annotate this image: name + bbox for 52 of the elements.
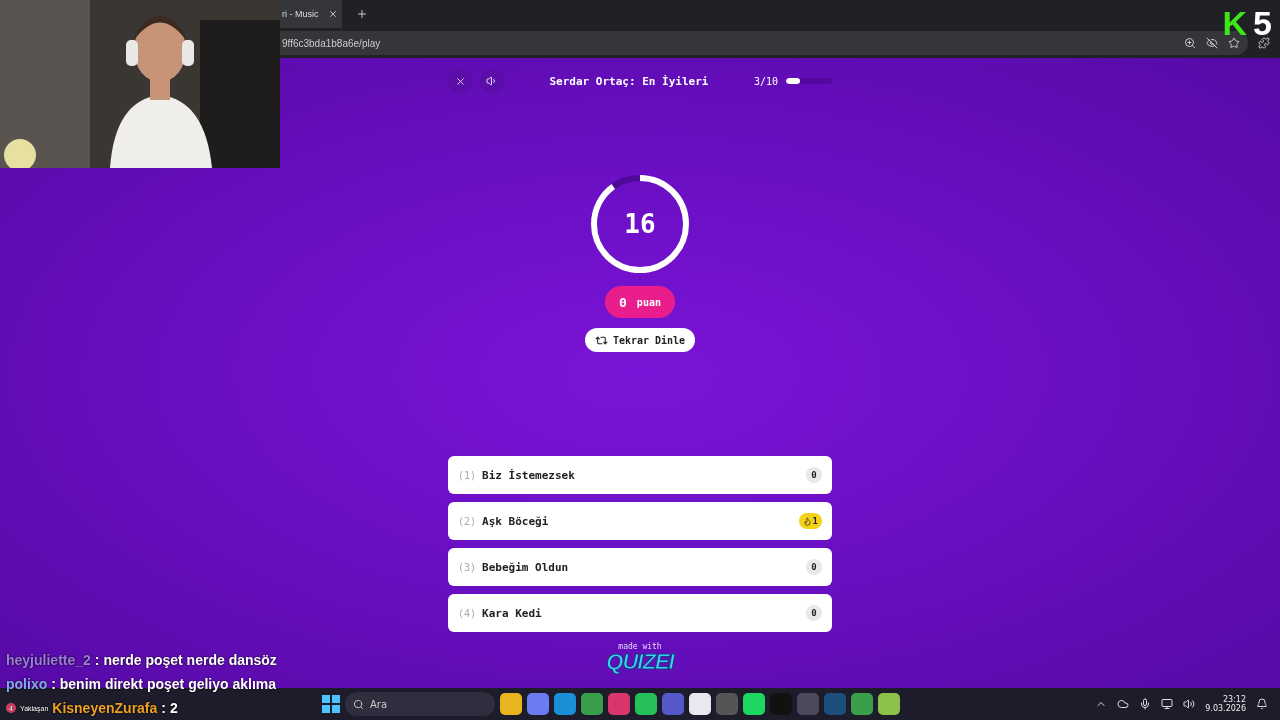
speaker-icon [486, 75, 498, 87]
answer-option[interactable]: (1) Biz İstemezsek 0 [448, 456, 832, 494]
made-with-text: made with [618, 642, 662, 651]
eye-off-icon[interactable] [1206, 37, 1218, 49]
volume-icon[interactable] [1183, 698, 1196, 710]
answer-option[interactable]: (2) Aşk Böceği 1 [448, 502, 832, 540]
zoom-icon[interactable] [1184, 37, 1196, 49]
quiz-title: Serdar Ortaç: En İyileri [548, 74, 710, 88]
chat-message: : benim direkt poşet geliyo aklıma [51, 676, 277, 692]
answer-number: (1) [458, 469, 477, 481]
brand-logo: QUIZEI [606, 651, 674, 673]
vote-count: 0 [806, 467, 822, 483]
chat-username: polixo [6, 676, 48, 692]
extensions-icon[interactable] [1258, 37, 1270, 49]
flame-icon [802, 516, 812, 526]
star-icon[interactable] [1228, 37, 1240, 49]
answer-number: (2) [458, 515, 477, 527]
timer-value: 16 [624, 209, 656, 239]
cloud-icon[interactable] [1117, 698, 1130, 710]
bell-icon[interactable] [1256, 698, 1268, 710]
vote-count: 0 [806, 605, 822, 621]
close-icon[interactable] [328, 9, 338, 19]
progress-bar [786, 78, 832, 84]
chat-username: heyjuliette_2 [6, 652, 91, 668]
score-pill: 0 puan [605, 286, 675, 318]
sound-button[interactable] [480, 69, 504, 93]
start-icon[interactable] [322, 695, 340, 713]
answer-label: Aşk Böceği [482, 514, 550, 528]
logo-number: 5 [1253, 4, 1272, 43]
answer-option[interactable]: (4) Kara Kedi 0 [448, 594, 832, 632]
search-icon [353, 698, 364, 710]
monitor-icon[interactable] [1161, 698, 1174, 710]
clock[interactable]: 23:12 9.03.2026 [1205, 695, 1246, 713]
close-button[interactable] [448, 69, 472, 93]
answer-label: Biz İstemezsek [482, 468, 576, 482]
counter-username: KisneyenZurafa [52, 700, 158, 716]
browser-tab[interactable]: ri - Music [280, 0, 342, 28]
vote-count: 0 [806, 559, 822, 575]
replay-button[interactable]: Tekrar Dinle [584, 328, 696, 352]
answer-number: (4) [458, 607, 477, 619]
search-field[interactable]: Ara [345, 692, 495, 716]
answer-number: (3) [458, 561, 477, 573]
answer-option[interactable]: (3) Bebeğim Oldun 0 [448, 548, 832, 586]
counter-value: : 2 [161, 700, 178, 716]
vote-count: 1 [798, 513, 822, 529]
answer-label: Bebeğim Oldun [482, 560, 570, 574]
mic-icon[interactable] [1139, 698, 1152, 710]
answer-label: Kara Kedi [482, 606, 543, 620]
progress-text: 3/10 [753, 75, 778, 87]
close-icon [454, 75, 466, 87]
new-tab-icon[interactable] [356, 8, 368, 20]
chat-message: : nerde poşet nerde dansöz [94, 652, 277, 668]
